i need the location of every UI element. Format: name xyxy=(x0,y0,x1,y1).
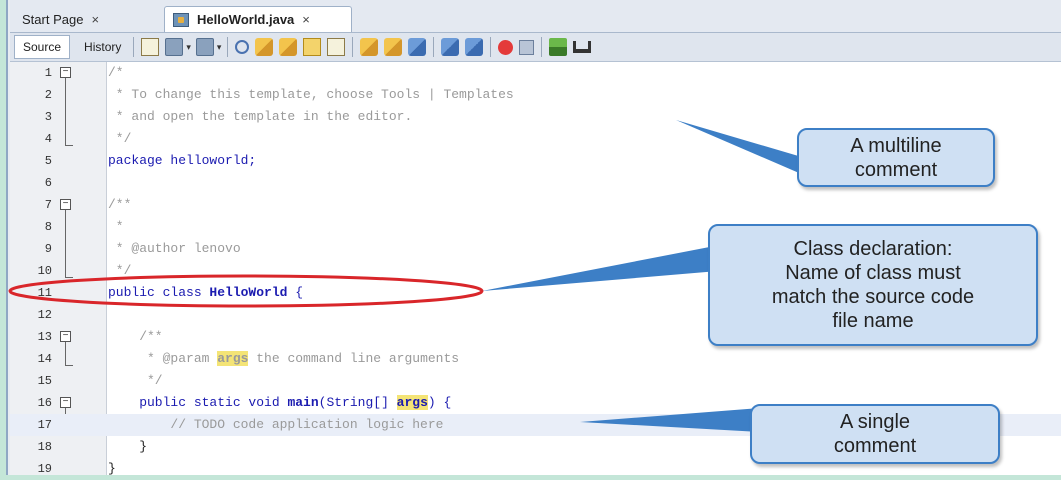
class-declaration-callout-text: Class declaration: Name of class must ma… xyxy=(771,238,975,332)
class-callout-pointer xyxy=(482,244,730,291)
class-declaration-callout: Class declaration: Name of class must ma… xyxy=(708,224,1038,346)
multiline-callout-pointer xyxy=(676,120,812,176)
single-comment-callout-text: A single comment xyxy=(833,411,917,457)
single-comment-callout: A single comment xyxy=(750,404,1000,464)
multiline-comment-callout-text: A multiline comment xyxy=(850,134,942,181)
single-callout-pointer xyxy=(580,408,760,432)
class-declaration-highlight-ellipse xyxy=(8,274,484,308)
multiline-comment-callout: A multiline comment xyxy=(797,128,995,187)
